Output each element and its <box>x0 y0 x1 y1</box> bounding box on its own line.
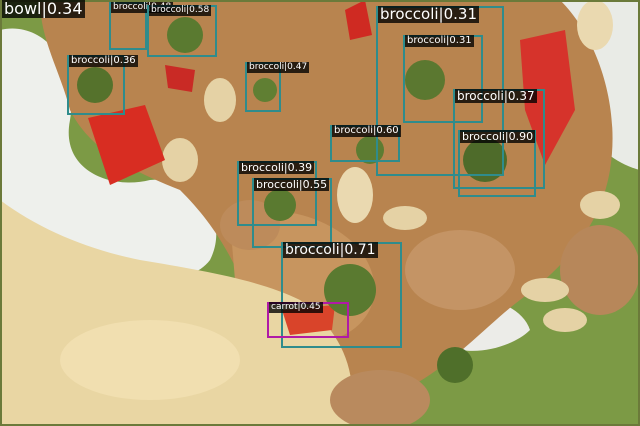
photo-scene: bowl|0.34 broccoli|0.48 broccoli|0.58 brocc… <box>0 0 640 426</box>
detection-label: broccoli|0.90 <box>458 130 536 143</box>
detection-box: broccoli|0.58 <box>147 5 217 57</box>
detection-label: broccoli|0.39 <box>237 161 315 174</box>
detection-label: broccoli|0.31 <box>376 6 479 23</box>
detection-label: broccoli|0.37 <box>453 89 537 103</box>
detection-label: broccoli|0.36 <box>67 55 138 67</box>
detection-box: broccoli|0.55 <box>252 178 332 248</box>
detection-label: carrot|0.45 <box>267 302 323 313</box>
detection-box: carrot|0.45 <box>267 302 349 338</box>
detection-label: broccoli|0.31 <box>403 35 474 47</box>
detection-label: broccoli|0.55 <box>252 178 330 191</box>
detection-box: broccoli|0.90 <box>458 130 536 197</box>
detection-label: broccoli|0.58 <box>147 5 212 16</box>
detection-box: broccoli|0.48 <box>109 2 174 50</box>
detection-label: broccoli|0.47 <box>245 62 310 73</box>
detection-box: broccoli|0.47 <box>245 62 310 112</box>
detection-box: broccoli|0.36 <box>67 55 138 115</box>
detection-box: broccoli|0.60 <box>330 125 401 162</box>
detection-label: broccoli|0.71 <box>281 242 378 258</box>
detection-label: broccoli|0.60 <box>330 125 401 137</box>
detection-label: bowl|0.34 <box>0 0 85 18</box>
